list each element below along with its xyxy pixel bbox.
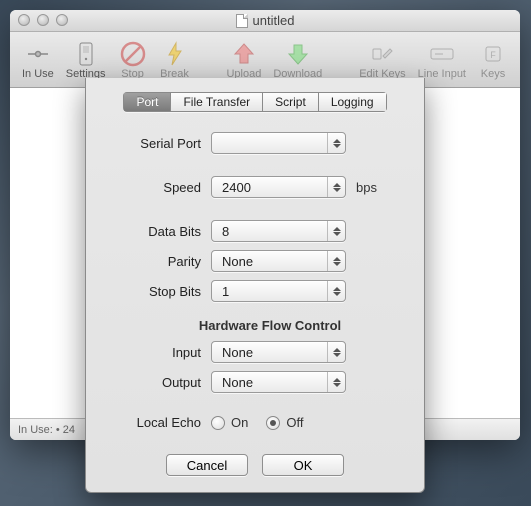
data-bits-value: 8 bbox=[222, 224, 229, 239]
parity-select[interactable]: None bbox=[211, 250, 346, 272]
traffic-lights bbox=[18, 14, 68, 26]
tab-script[interactable]: Script bbox=[262, 92, 318, 112]
off-label: Off bbox=[286, 415, 303, 430]
toolbar-upload[interactable]: Upload bbox=[220, 38, 267, 82]
on-label: On bbox=[231, 415, 248, 430]
data-bits-label: Data Bits bbox=[106, 224, 211, 239]
window-title: untitled bbox=[253, 13, 295, 28]
ok-button[interactable]: OK bbox=[262, 454, 344, 476]
switch-icon bbox=[72, 40, 100, 68]
chevron-updown-icon bbox=[327, 221, 345, 241]
toolbar-label: Keys bbox=[481, 68, 505, 80]
toolbar-break[interactable]: Break bbox=[154, 38, 196, 82]
data-bits-select[interactable]: 8 bbox=[211, 220, 346, 242]
download-icon bbox=[284, 40, 312, 68]
toolbar-keys[interactable]: F Keys bbox=[472, 38, 514, 82]
speed-value: 2400 bbox=[222, 180, 251, 195]
close-button[interactable] bbox=[18, 14, 30, 26]
serial-port-label: Serial Port bbox=[106, 136, 211, 151]
edit-keys-icon bbox=[368, 40, 396, 68]
local-echo-label: Local Echo bbox=[106, 415, 211, 430]
local-echo-on-radio[interactable] bbox=[211, 416, 225, 430]
hw-flow-title: Hardware Flow Control bbox=[106, 318, 404, 333]
stop-bits-label: Stop Bits bbox=[106, 284, 211, 299]
output-select[interactable]: None bbox=[211, 371, 346, 393]
speed-unit: bps bbox=[356, 180, 377, 195]
settings-sheet: Port File Transfer Script Logging Serial… bbox=[85, 78, 425, 493]
stop-bits-select[interactable]: 1 bbox=[211, 280, 346, 302]
tab-logging[interactable]: Logging bbox=[318, 92, 387, 112]
document-icon bbox=[236, 14, 248, 28]
serial-port-select[interactable] bbox=[211, 132, 346, 154]
tab-bar: Port File Transfer Script Logging bbox=[123, 92, 386, 112]
input-select[interactable]: None bbox=[211, 341, 346, 363]
input-label: Input bbox=[106, 345, 211, 360]
stop-bits-value: 1 bbox=[222, 284, 229, 299]
parity-value: None bbox=[222, 254, 253, 269]
stop-icon bbox=[119, 40, 147, 68]
speed-select[interactable]: 2400 bbox=[211, 176, 346, 198]
tab-port[interactable]: Port bbox=[123, 92, 170, 112]
chevron-updown-icon bbox=[327, 251, 345, 271]
toolbar-stop[interactable]: Stop bbox=[112, 38, 154, 82]
output-value: None bbox=[222, 375, 253, 390]
toolbar-line-input[interactable]: Line Input bbox=[412, 38, 472, 82]
toolbar-edit-keys[interactable]: Edit Keys bbox=[353, 38, 411, 82]
chevron-updown-icon bbox=[327, 281, 345, 301]
output-label: Output bbox=[106, 375, 211, 390]
svg-text:F: F bbox=[490, 50, 496, 60]
toolbar-settings[interactable]: Settings bbox=[60, 38, 112, 82]
cancel-button[interactable]: Cancel bbox=[166, 454, 248, 476]
toolbar-download[interactable]: Download bbox=[267, 38, 328, 82]
titlebar[interactable]: untitled bbox=[10, 10, 520, 32]
input-value: None bbox=[222, 345, 253, 360]
toolbar-in-use[interactable]: In Use bbox=[16, 38, 60, 82]
chevron-updown-icon bbox=[327, 372, 345, 392]
chevron-updown-icon bbox=[327, 133, 345, 153]
bolt-icon bbox=[161, 40, 189, 68]
speed-label: Speed bbox=[106, 180, 211, 195]
minimize-button[interactable] bbox=[37, 14, 49, 26]
target-icon bbox=[24, 40, 52, 68]
status-text: In Use: • 24 bbox=[18, 424, 75, 436]
tab-file-transfer[interactable]: File Transfer bbox=[170, 92, 262, 112]
line-input-icon bbox=[428, 40, 456, 68]
zoom-button[interactable] bbox=[56, 14, 68, 26]
local-echo-off-radio[interactable] bbox=[266, 416, 280, 430]
upload-icon bbox=[230, 40, 258, 68]
chevron-updown-icon bbox=[327, 342, 345, 362]
keys-icon: F bbox=[479, 40, 507, 68]
parity-label: Parity bbox=[106, 254, 211, 269]
toolbar-label: In Use bbox=[22, 68, 54, 80]
chevron-updown-icon bbox=[327, 177, 345, 197]
